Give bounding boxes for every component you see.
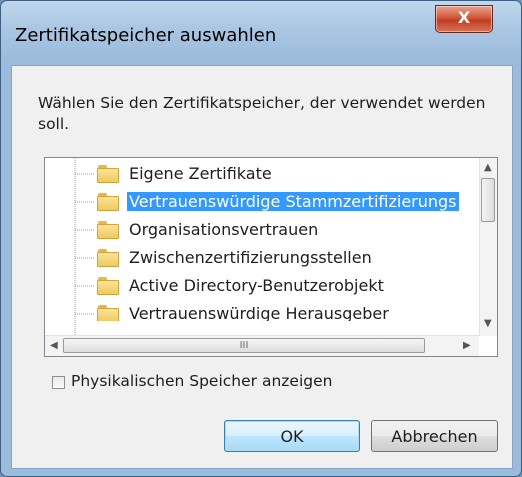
tree-item-label: Vertrauenswürdige Stammzertifizierungs (127, 192, 459, 211)
close-button[interactable]: X (435, 5, 493, 33)
close-icon: X (457, 8, 471, 27)
dialog-client-area: Wählen Sie den Zertifikatspeicher, der v… (11, 65, 513, 469)
tree-item-eigene-zertifikate[interactable]: Eigene Zertifikate (45, 161, 475, 189)
tree-item-label: Zwischenzertifizierungsstellen (129, 248, 372, 267)
folder-icon (97, 221, 119, 239)
physical-store-checkbox-label[interactable]: Physikalischen Speicher anzeigen (71, 372, 332, 390)
folder-icon (97, 277, 119, 295)
folder-icon (97, 165, 119, 183)
horizontal-scrollbar[interactable]: ◀ III ▶ (45, 335, 479, 356)
tree-item-label: Vertrauenswürdige Herausgeber (129, 304, 389, 321)
tree-item-zwischenzertifizierungsstellen[interactable]: Zwischenzertifizierungsstellen (45, 245, 475, 273)
tree-item-active-directory[interactable]: Active Directory-Benutzerobjekt (45, 273, 475, 301)
scroll-left-icon[interactable]: ◀ (50, 340, 58, 351)
ok-button[interactable]: OK (224, 420, 360, 452)
tree-item-organisationsvertrauen[interactable]: Organisationsvertrauen (45, 217, 475, 245)
instruction-text: Wählen Sie den Zertifikatspeicher, der v… (38, 94, 486, 133)
physical-store-checkbox[interactable] (52, 376, 65, 389)
vertical-scroll-thumb[interactable] (481, 178, 495, 222)
folder-icon (97, 305, 119, 321)
store-tree[interactable]: Eigene Zertifikate Vertrauenswürdige Sta… (44, 157, 498, 357)
tree-item-label: Active Directory-Benutzerobjekt (129, 276, 384, 295)
scroll-grip-icon: III (239, 340, 249, 351)
folder-icon (97, 193, 119, 211)
tree-item-label: Organisationsvertrauen (129, 220, 319, 239)
scroll-down-icon[interactable]: ▼ (484, 318, 492, 329)
cancel-button[interactable]: Abbrechen (371, 420, 498, 452)
dialog-window: Zertifikatspeicher auswahlen X Wählen Si… (0, 0, 522, 477)
scroll-up-icon[interactable]: ▲ (484, 162, 492, 173)
horizontal-scroll-thumb[interactable]: III (63, 338, 425, 353)
scroll-right-icon[interactable]: ▶ (463, 340, 471, 351)
tree-item-vertrauenswuerdige-herausgeber[interactable]: Vertrauenswürdige Herausgeber (45, 301, 475, 321)
folder-icon (97, 249, 119, 267)
tree-item-label: Eigene Zertifikate (129, 164, 272, 183)
window-title: Zertifikatspeicher auswahlen (15, 25, 277, 46)
tree-item-vertrauenswuerdige-stamm[interactable]: Vertrauenswürdige Stammzertifizierungs (45, 189, 475, 217)
vertical-scrollbar[interactable]: ▲ ▼ (479, 158, 497, 336)
